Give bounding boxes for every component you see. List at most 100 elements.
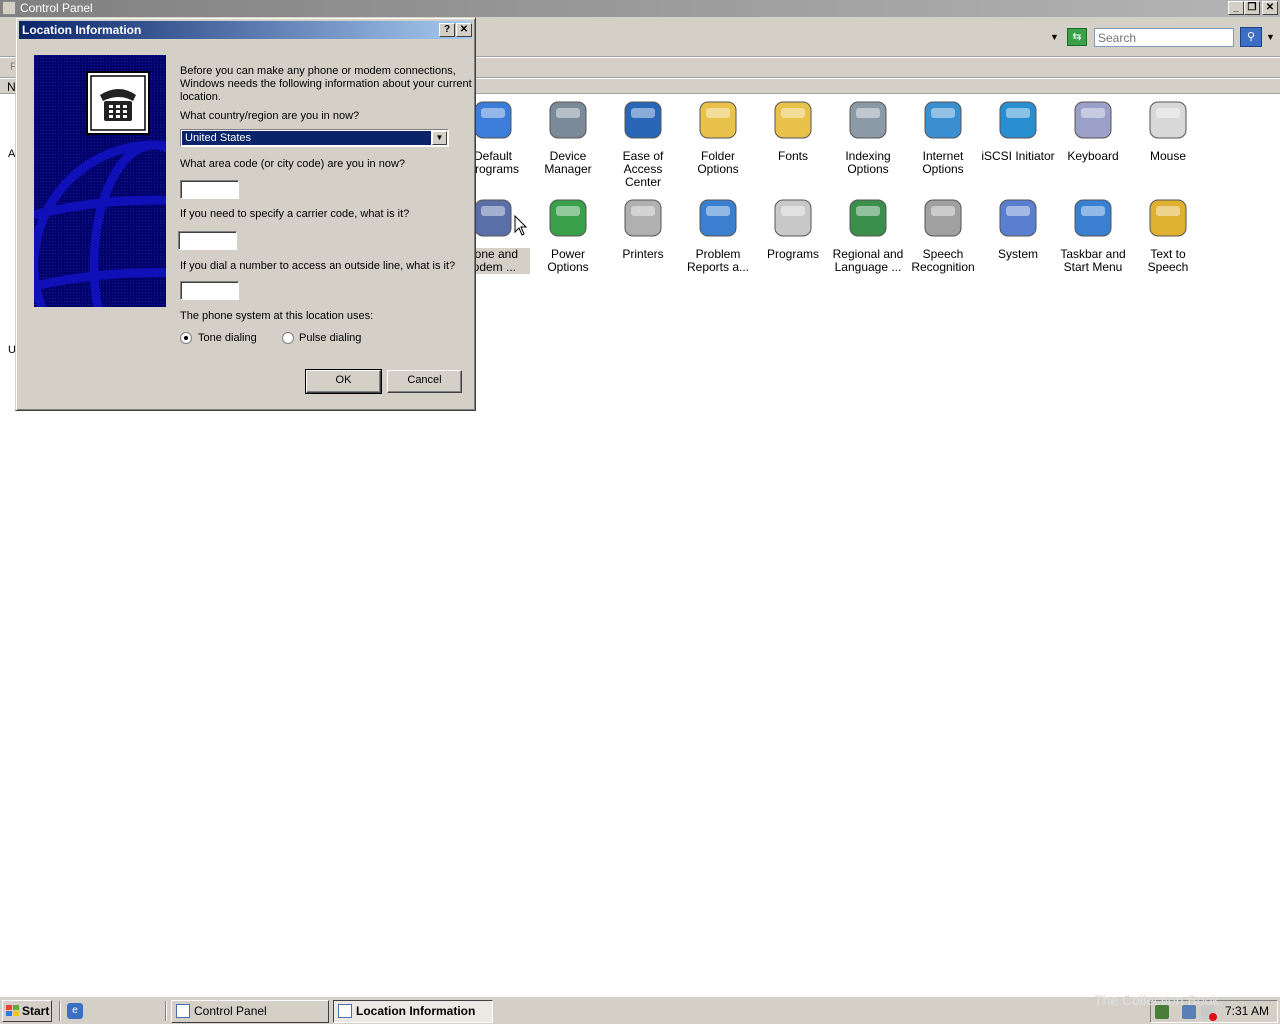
phone-modem-icon (469, 194, 517, 242)
task-label: Control Panel (194, 1004, 267, 1018)
country-question: What country/region are you in now? (180, 110, 360, 122)
country-select-value[interactable]: United States (181, 130, 432, 146)
control-panel-item[interactable]: Power Options (531, 194, 605, 274)
phone-system-label: The phone system at this location uses: (180, 310, 374, 322)
mouse-cursor-icon (514, 215, 528, 236)
chevron-down-icon[interactable]: ▼ (432, 131, 447, 145)
tone-dialing-radio[interactable] (180, 332, 192, 344)
search-options-icon[interactable]: ▼ (1266, 32, 1275, 42)
dialog-title: Location Information (22, 23, 142, 37)
fonts-icon (769, 96, 817, 144)
start-label: Start (22, 1004, 50, 1018)
refresh-icon[interactable]: ⇆ (1067, 28, 1087, 46)
pulse-dialing-label[interactable]: Pulse dialing (299, 332, 361, 344)
device-manager-icon (544, 96, 592, 144)
control-panel-item[interactable]: Mouse (1131, 96, 1205, 163)
control-panel-item[interactable]: Ease of Access Center (606, 96, 680, 189)
control-panel-item-label: Internet Options (922, 149, 964, 176)
printers-icon (619, 194, 667, 242)
clock[interactable]: 7:31 AM (1225, 1004, 1269, 1018)
control-panel-item-label: Text to Speech (1147, 247, 1189, 274)
area-code-field[interactable] (180, 180, 239, 199)
intro-line: Before you can make any phone or modem c… (180, 65, 456, 77)
windows-logo-icon (6, 1005, 19, 1016)
control-panel-item[interactable]: Text to Speech (1131, 194, 1205, 274)
control-panel-item-label: Keyboard (1067, 149, 1119, 163)
control-panel-item[interactable]: Device Manager (531, 96, 605, 176)
intro-text: Before you can make any phone or modem c… (180, 65, 472, 104)
problem-reports-icon (694, 194, 742, 242)
ok-button[interactable]: OK (305, 369, 382, 394)
control-panel-item[interactable]: Folder Options (681, 96, 755, 176)
control-panel-item-label: Regional and Language ... (832, 247, 904, 274)
programs-icon (769, 194, 817, 242)
control-panel-item-label: Indexing Options (845, 149, 891, 176)
close-icon[interactable]: ✕ (1262, 1, 1278, 15)
carrier-code-field[interactable] (178, 231, 237, 250)
quick-launch-separator (165, 1001, 167, 1021)
folder-options-icon (694, 96, 742, 144)
outside-line-field[interactable] (180, 281, 239, 300)
cancel-button[interactable]: Cancel (387, 370, 462, 393)
control-panel-app-icon (2, 1, 16, 15)
control-panel-item[interactable]: Internet Options (906, 96, 980, 176)
control-panel-item[interactable]: Keyboard (1056, 96, 1130, 163)
task-label: Location Information (356, 1004, 476, 1018)
minimize-icon[interactable]: _ (1228, 1, 1244, 15)
search-icon[interactable]: ⚲ (1240, 27, 1262, 47)
control-panel-item-label: iSCSI Initiator (981, 149, 1055, 163)
globe-icon (34, 55, 166, 307)
control-panel-item[interactable]: Printers (606, 194, 680, 261)
control-panel-item-label: Fonts (777, 149, 808, 163)
control-panel-item-label: Mouse (1149, 149, 1187, 163)
watermark: The Collection Book (1094, 992, 1220, 1008)
address-dropdown-icon[interactable]: ▼ (1050, 32, 1059, 42)
task-location-information[interactable]: Location Information (333, 1000, 493, 1023)
control-panel-task-icon (176, 1004, 190, 1018)
telephone-globe-graphic (34, 55, 166, 307)
iscsi-icon (994, 96, 1042, 144)
help-button[interactable]: ? (439, 23, 455, 37)
search-input[interactable] (1094, 28, 1234, 47)
dialog-task-icon (338, 1004, 352, 1018)
keyboard-icon (1069, 96, 1117, 144)
tone-dialing-label[interactable]: Tone dialing (198, 332, 257, 344)
control-panel-item[interactable]: System (981, 194, 1055, 261)
taskbar: Start e Control Panel Location Informati… (0, 996, 1280, 1024)
control-panel-item-label: Programs (766, 247, 819, 261)
regional-language-icon (844, 194, 892, 242)
speech-recognition-icon (919, 194, 967, 242)
start-button[interactable]: Start (2, 1000, 52, 1022)
internet-options-icon (919, 96, 967, 144)
outside-line-question: If you dial a number to access an outsid… (180, 260, 456, 272)
control-panel-item[interactable]: Problem Reports a... (681, 194, 755, 274)
control-panel-item-label: Folder Options (697, 149, 739, 176)
mouse-icon (1144, 96, 1192, 144)
carrier-code-question: If you need to specify a carrier code, w… (180, 208, 410, 220)
control-panel-item-label: System (997, 247, 1038, 261)
control-panel-item[interactable]: Fonts (756, 96, 830, 163)
power-options-icon (544, 194, 592, 242)
control-panel-item[interactable]: Indexing Options (831, 96, 905, 176)
control-panel-item[interactable]: Taskbar and Start Menu (1056, 194, 1130, 274)
task-control-panel[interactable]: Control Panel (171, 1000, 329, 1023)
country-select[interactable]: United States ▼ (180, 129, 449, 147)
control-panel-item[interactable]: Regional and Language ... (831, 194, 905, 274)
control-panel-item-label: Ease of Access Center (622, 149, 664, 189)
internet-explorer-icon[interactable]: e (67, 1003, 83, 1019)
control-panel-item[interactable]: iSCSI Initiator (981, 96, 1055, 163)
pulse-dialing-radio[interactable] (282, 332, 294, 344)
restore-icon[interactable]: ❐ (1244, 1, 1260, 15)
intro-line: Windows needs the following information … (180, 78, 472, 90)
intro-line: location. (180, 91, 221, 103)
indexing-options-icon (844, 96, 892, 144)
control-panel-titlebar[interactable]: Control Panel _ ❐ ✕ (0, 0, 1280, 17)
address-field[interactable] (476, 27, 1066, 47)
ease-of-access-icon (619, 96, 667, 144)
control-panel-item[interactable]: Programs (756, 194, 830, 261)
control-panel-item[interactable]: Speech Recognition (906, 194, 980, 274)
dialog-titlebar[interactable]: Location Information ? ✕ (19, 21, 472, 39)
control-panel-item-label: Taskbar and Start Menu (1060, 247, 1126, 274)
default-programs-icon (469, 96, 517, 144)
close-icon[interactable]: ✕ (456, 23, 472, 37)
